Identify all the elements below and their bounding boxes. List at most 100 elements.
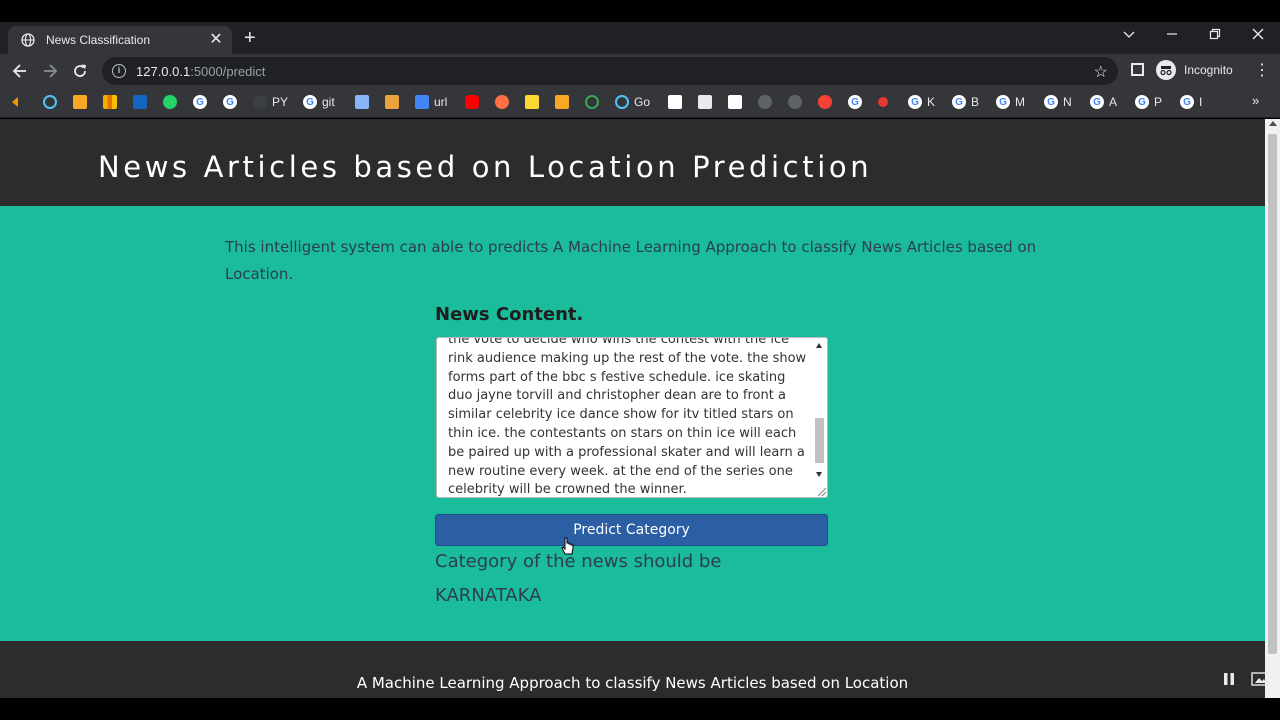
bookmark-py[interactable]: PY (253, 94, 288, 110)
google-icon: G (848, 95, 862, 109)
bookmark-git[interactable]: Ggit (303, 94, 335, 110)
bookmark-8[interactable] (555, 94, 569, 110)
restore-icon[interactable] (1209, 27, 1221, 43)
bookmark-1[interactable] (43, 94, 57, 110)
bookmark-10[interactable] (668, 94, 682, 110)
url-path: :5000/predict (190, 63, 266, 79)
scroll-thumb[interactable] (815, 418, 824, 463)
scroll-up-icon[interactable] (816, 343, 822, 348)
analytics-icon (103, 95, 117, 109)
google-icon: G (1090, 95, 1104, 109)
site-info-icon[interactable]: i (112, 64, 126, 78)
google-icon: G (952, 95, 966, 109)
bookmark-arrow[interactable] (12, 94, 18, 110)
new-tab-button[interactable]: + (244, 28, 256, 48)
page-title: News Articles based on Location Predicti… (98, 150, 873, 184)
profile-label: Incognito (1184, 63, 1233, 77)
bookmark-11[interactable] (698, 94, 712, 110)
bookmark-google-1[interactable]: G (193, 94, 207, 110)
building-icon (355, 95, 369, 109)
bookmark-7[interactable] (525, 94, 539, 110)
mouse-cursor-icon (561, 537, 574, 555)
google-icon: G (223, 95, 237, 109)
github-icon (253, 95, 267, 109)
hedgehog-icon (495, 95, 509, 109)
google-icon: G (996, 95, 1010, 109)
bottom-letterbox (0, 698, 1280, 720)
reload-icon[interactable] (69, 60, 91, 82)
bookmark-go[interactable]: Go (615, 94, 650, 110)
footer-text: A Machine Learning Approach to classify … (356, 674, 909, 692)
scroll-thumb[interactable] (1268, 134, 1277, 654)
google-icon: G (193, 95, 207, 109)
pause-icon[interactable] (1222, 672, 1236, 689)
bookmark-5[interactable] (385, 94, 399, 110)
more-bookmarks-chevron-icon[interactable]: » (1252, 93, 1259, 108)
bookmark-4[interactable] (355, 94, 369, 110)
bookmark-15[interactable] (818, 94, 832, 110)
result-prefix: Category of the news should be (435, 551, 722, 572)
bookmark-16[interactable] (878, 94, 888, 110)
scroll-down-icon[interactable] (816, 472, 822, 477)
bookmark-b[interactable]: GB (952, 94, 979, 110)
bookmark-2[interactable] (73, 94, 87, 110)
side-panel-icon[interactable] (1131, 63, 1144, 76)
puzzle-icon (555, 95, 569, 109)
flag-icon (668, 95, 682, 109)
tab-bar: News Classification ✕ (0, 22, 1280, 54)
kebab-menu-icon[interactable]: ⋮ (1254, 60, 1270, 80)
predict-category-button[interactable]: Predict Category (435, 514, 828, 546)
news-content-text: the vote to decide who wins the contest … (448, 337, 807, 498)
bookmark-12[interactable] (728, 94, 742, 110)
bookmark-google-3[interactable]: G (848, 94, 862, 110)
tab-close-icon[interactable]: ✕ (208, 32, 224, 48)
tab-search-chevron-icon[interactable] (1123, 27, 1135, 43)
picture-in-picture-icon[interactable] (1251, 672, 1269, 689)
bookmark-url[interactable]: url (415, 94, 447, 110)
p-icon (525, 95, 539, 109)
top-letterbox (0, 0, 1280, 22)
resize-handle-icon[interactable] (818, 488, 826, 496)
bookmark-p[interactable]: GP (1135, 94, 1162, 110)
ring-icon (585, 95, 599, 109)
incognito-icon (1156, 60, 1176, 80)
page-scrollbar[interactable] (1265, 119, 1280, 698)
bookmark-a[interactable]: GA (1090, 94, 1117, 110)
ieee-icon (133, 95, 147, 109)
bookmark-14[interactable] (788, 94, 802, 110)
bookmark-3[interactable] (103, 94, 117, 110)
incognito-profile-button[interactable]: Incognito (1156, 60, 1233, 80)
google-icon: G (1135, 95, 1149, 109)
page-footer: A Machine Learning Approach to classify … (0, 641, 1265, 698)
back-arrow-icon[interactable] (9, 60, 31, 82)
bookmarks-bar: G G PY Ggit url Go G GK GB GM GN GA GP G… (0, 88, 1280, 118)
spark-icon (878, 97, 888, 107)
bookmark-n[interactable]: GN (1044, 94, 1072, 110)
bookmark-whatsapp[interactable] (163, 94, 177, 110)
youtube-icon (465, 95, 479, 109)
vpn-icon (615, 95, 629, 109)
intro-paragraph: This intelligent system can able to pred… (225, 238, 1037, 283)
scroll-up-icon[interactable] (1269, 121, 1277, 126)
bookmark-ieee[interactable] (133, 94, 147, 110)
bookmark-star-icon[interactable]: ☆ (1094, 62, 1108, 82)
bookmark-9[interactable] (585, 94, 599, 110)
bookmark-i[interactable]: GI (1180, 94, 1202, 110)
textarea-scrollbar[interactable] (812, 338, 827, 497)
google-icon: G (303, 95, 317, 109)
bookmark-m[interactable]: GM (996, 94, 1025, 110)
bookmark-youtube[interactable] (465, 94, 479, 110)
window-close-icon[interactable] (1252, 27, 1264, 43)
tab-news-classification[interactable]: News Classification ✕ (8, 26, 232, 54)
tab-title: News Classification (46, 33, 151, 47)
cloud-icon (415, 95, 429, 109)
ci-icon (728, 95, 742, 109)
bookmark-13[interactable] (758, 94, 772, 110)
minimize-icon[interactable] (1166, 27, 1178, 43)
forward-arrow-icon[interactable] (39, 60, 61, 82)
bookmark-6[interactable] (495, 94, 509, 110)
address-bar[interactable]: i 127.0.0.1 :5000/predict ☆ (102, 57, 1118, 85)
bookmark-k[interactable]: GK (908, 94, 935, 110)
news-content-textarea[interactable]: the vote to decide who wins the contest … (436, 337, 828, 498)
bookmark-google-2[interactable]: G (223, 94, 237, 110)
